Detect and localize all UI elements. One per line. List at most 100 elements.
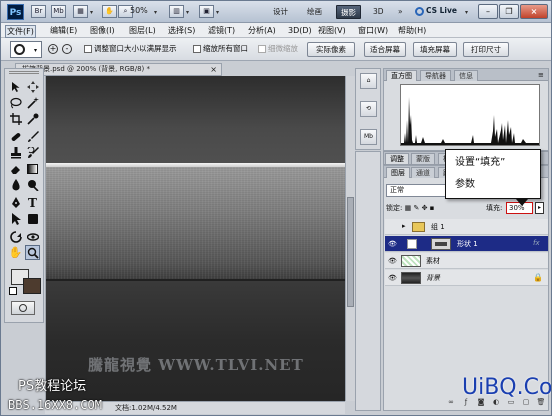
path-select-icon[interactable] (8, 211, 23, 226)
view-extras-icon[interactable]: ▦ (73, 5, 88, 18)
lock-transparent-icon[interactable]: ▦ (405, 204, 412, 212)
panel-menu-icon[interactable]: ≡ (538, 71, 544, 79)
cs-live-dropdown-icon[interactable]: ▾ (465, 9, 468, 16)
default-colors-icon[interactable] (9, 287, 17, 295)
menu-window[interactable]: 窗口(W) (357, 25, 389, 36)
fill-screen-button[interactable]: 填充屏幕 (413, 42, 457, 57)
screen-mode-icon[interactable]: ▣ (199, 5, 214, 18)
eye-icon[interactable]: 👁 (387, 239, 398, 249)
eraser-icon[interactable] (8, 161, 23, 176)
blur-tool-icon[interactable] (8, 177, 23, 192)
tab-adjustments[interactable]: 调整 (385, 153, 409, 164)
3d-rotate-icon[interactable] (8, 229, 23, 244)
zoom-dropdown-icon[interactable]: ▾ (154, 9, 157, 16)
menu-image[interactable]: 图像(I) (89, 25, 116, 36)
tool-preset-picker[interactable]: ▾ (10, 41, 42, 58)
dodge-tool-icon[interactable] (25, 177, 40, 192)
hand-tool-icon[interactable]: ✋ (102, 5, 117, 18)
mini-bridge-icon[interactable]: ⌂ (360, 73, 377, 89)
fit-screen-button[interactable]: 适合屏幕 (364, 42, 406, 57)
lock-position-icon[interactable]: ✥ (422, 204, 428, 212)
quick-mask-icon[interactable] (11, 301, 35, 315)
visibility-toggle-empty[interactable] (387, 222, 398, 232)
screen-mode-dropdown-icon[interactable]: ▾ (216, 9, 219, 16)
clone-stamp-icon[interactable] (8, 145, 23, 160)
restore-button[interactable]: ❐ (499, 4, 519, 19)
scrubby-zoom-checkbox[interactable] (258, 45, 266, 53)
close-tab-icon[interactable]: × (210, 64, 217, 75)
close-window-button[interactable]: × (520, 4, 548, 19)
healing-brush-icon[interactable] (8, 129, 23, 144)
document-tab[interactable]: 拔箱背景.psd @ 200% (背景, RGB/8) * × (15, 63, 222, 76)
tab-histogram[interactable]: 直方图 (386, 70, 417, 81)
menu-layer[interactable]: 图层(L) (128, 25, 157, 36)
zoom-tool-active-icon[interactable] (25, 245, 40, 260)
eyedropper-icon[interactable] (25, 111, 40, 126)
lock-image-icon[interactable]: ✎ (413, 204, 419, 212)
tab-navigator[interactable]: 导航器 (420, 70, 451, 81)
history-icon[interactable]: ⟲ (360, 101, 377, 117)
tab-masks[interactable]: 蒙版 (411, 153, 435, 164)
mini-bridge-panel-icon[interactable]: Mb (360, 129, 377, 145)
workspace-photography[interactable]: 摄影 (336, 5, 361, 19)
actual-pixels-button[interactable]: 实际像素 (307, 42, 355, 57)
workspace-more-icon[interactable]: » (394, 5, 407, 19)
menu-file[interactable]: 文件(F) (5, 25, 36, 38)
hand-tool-icon[interactable]: ✋ (8, 245, 23, 260)
arrange-docs-icon[interactable]: ▥ (169, 5, 184, 18)
layer-row-shape[interactable]: 👁 形状 1 fx (385, 236, 548, 252)
workspace-design[interactable]: 设计 (269, 5, 292, 19)
shape-tool-icon[interactable] (25, 211, 40, 226)
background-color-swatch[interactable] (23, 278, 41, 294)
workspace-3d[interactable]: 3D (369, 5, 388, 19)
minibridge-icon[interactable]: Mb (51, 5, 66, 18)
tab-channels[interactable]: 通道 (411, 167, 435, 178)
eye-icon[interactable]: 👁 (387, 273, 398, 283)
3d-orbit-icon[interactable] (25, 229, 40, 244)
lasso-tool-icon[interactable] (8, 95, 23, 110)
menu-filter[interactable]: 滤镜(T) (207, 25, 236, 36)
menu-view[interactable]: 视图(V) (317, 25, 347, 36)
layer-row-material[interactable]: 👁 素材 (385, 253, 548, 269)
layer-row-background[interactable]: 👁 背景 🔒 (385, 270, 548, 286)
menu-select[interactable]: 选择(S) (167, 25, 196, 36)
type-tool-icon[interactable]: T (25, 195, 40, 210)
cs-live-button[interactable]: CS Live (426, 6, 457, 15)
gradient-tool-icon[interactable] (25, 161, 40, 176)
fx-icon[interactable]: fx (533, 239, 540, 247)
crop-tool-icon[interactable] (8, 111, 23, 126)
resize-windows-checkbox[interactable] (84, 45, 92, 53)
zoom-level[interactable]: 50% (130, 6, 148, 15)
tools-grip[interactable] (9, 71, 39, 74)
lock-all-icon[interactable]: ▪ (430, 204, 435, 212)
workspace-paint[interactable]: 绘画 (303, 5, 326, 19)
brush-tool-icon[interactable] (25, 129, 40, 144)
document-canvas[interactable] (46, 76, 345, 401)
expand-group-icon[interactable]: ▸ (402, 222, 406, 230)
layer-row-group[interactable]: ▸ 组 1 (385, 219, 548, 235)
print-size-button[interactable]: 打印尺寸 (463, 42, 509, 57)
arrange-docs-dropdown-icon[interactable]: ▾ (186, 9, 189, 16)
link-layers-icon[interactable]: ∞ (446, 397, 456, 407)
magic-wand-icon[interactable] (25, 95, 40, 110)
bridge-icon[interactable]: Br (31, 5, 46, 18)
eye-icon[interactable]: 👁 (387, 256, 398, 266)
move-tool-icon[interactable] (8, 79, 23, 94)
fill-slider-arrow-icon[interactable]: ▸ (535, 202, 544, 214)
menu-edit[interactable]: 编辑(E) (49, 25, 78, 36)
view-extras-dropdown-icon[interactable]: ▾ (90, 9, 93, 16)
blend-mode-select[interactable]: 正常 (386, 184, 448, 197)
pen-tool-icon[interactable] (8, 195, 23, 210)
vertical-scrollbar[interactable] (345, 76, 355, 401)
zoom-all-checkbox[interactable] (193, 45, 201, 53)
tab-layers[interactable]: 图层 (386, 167, 410, 178)
scrollbar-thumb[interactable] (347, 197, 354, 307)
minimize-button[interactable]: – (478, 4, 498, 19)
menu-3d[interactable]: 3D(D) (287, 25, 313, 36)
zoom-out-icon[interactable]: - (62, 44, 72, 54)
tab-info[interactable]: 信息 (454, 70, 478, 81)
menu-analysis[interactable]: 分析(A) (247, 25, 277, 36)
history-brush-icon[interactable] (25, 145, 40, 160)
menu-help[interactable]: 帮助(H) (397, 25, 427, 36)
zoom-in-icon[interactable]: + (48, 44, 58, 54)
